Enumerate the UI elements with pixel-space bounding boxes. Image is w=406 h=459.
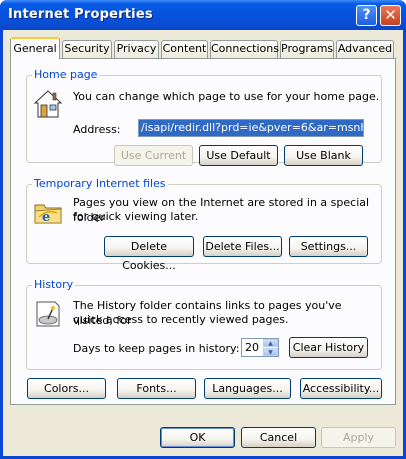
tab-general[interactable]: General	[10, 37, 60, 59]
history-sundial-icon	[36, 301, 60, 327]
help-button[interactable]: ?	[356, 5, 377, 26]
days-to-keep-label: Days to keep pages in history:	[73, 342, 240, 355]
tab-advanced[interactable]: Advanced	[336, 40, 394, 58]
history-description-2: quick access to recently viewed pages.	[73, 313, 289, 326]
history-group: History The History folder contains link…	[26, 278, 382, 370]
internet-properties-window: Internet Properties ? ✕ General Security…	[0, 0, 406, 459]
close-button[interactable]: ✕	[380, 5, 401, 26]
delete-cookies-button[interactable]: Delete Cookies...	[104, 236, 194, 272]
use-blank-button[interactable]: Use Blank	[284, 145, 363, 166]
general-tab-panel: Home page You can change which page to u…	[10, 58, 396, 405]
temporary-files-group-title: Temporary Internet files	[32, 177, 168, 190]
address-label: Address:	[73, 123, 121, 136]
days-to-keep-value: 20	[245, 341, 259, 354]
stepper-up-button[interactable]: ▲	[263, 339, 278, 347]
window-title: Internet Properties	[8, 7, 153, 22]
tab-content[interactable]: Content	[161, 40, 208, 58]
cancel-button[interactable]: Cancel	[241, 427, 316, 448]
tab-security[interactable]: Security	[62, 40, 112, 58]
accessibility-button[interactable]: Accessibility...	[300, 378, 382, 399]
apply-button[interactable]: Apply	[321, 427, 396, 448]
clear-history-button[interactable]: Clear History	[289, 337, 368, 358]
title-bar[interactable]: Internet Properties ? ✕	[0, 0, 406, 30]
fonts-button[interactable]: Fonts...	[117, 378, 196, 399]
home-page-group-title: Home page	[32, 68, 100, 81]
temporary-files-description-2: for quick viewing later.	[73, 210, 199, 223]
tab-programs[interactable]: Programs	[280, 40, 334, 58]
settings-button[interactable]: Settings...	[289, 236, 368, 257]
dialog-client: General Security Privacy Content Connect…	[3, 30, 403, 456]
temporary-files-group: Temporary Internet files e Pages you vie…	[26, 177, 382, 272]
home-page-description: You can change which page to use for you…	[73, 90, 380, 103]
days-to-keep-stepper[interactable]: 20 ▲ ▼	[241, 338, 279, 357]
tab-privacy[interactable]: Privacy	[114, 40, 159, 58]
languages-button[interactable]: Languages...	[204, 378, 291, 399]
history-group-title: History	[32, 278, 76, 291]
ie-folder-icon: e	[34, 204, 62, 225]
ok-button[interactable]: OK	[160, 427, 235, 448]
address-input[interactable]: /isapi/redir.dll?prd=ie&pver=6&ar=msnhom…	[138, 119, 364, 137]
house-icon	[33, 90, 63, 118]
tab-connections[interactable]: Connections	[210, 40, 279, 58]
home-page-group: Home page You can change which page to u…	[26, 68, 382, 166]
delete-files-button[interactable]: Delete Files...	[203, 236, 282, 257]
use-default-button[interactable]: Use Default	[199, 145, 278, 166]
address-value: /isapi/redir.dll?prd=ie&pver=6&ar=msnhom…	[139, 120, 363, 136]
use-current-button[interactable]: Use Current	[114, 145, 193, 166]
stepper-down-button[interactable]: ▼	[263, 348, 278, 356]
colors-button[interactable]: Colors...	[27, 378, 106, 399]
